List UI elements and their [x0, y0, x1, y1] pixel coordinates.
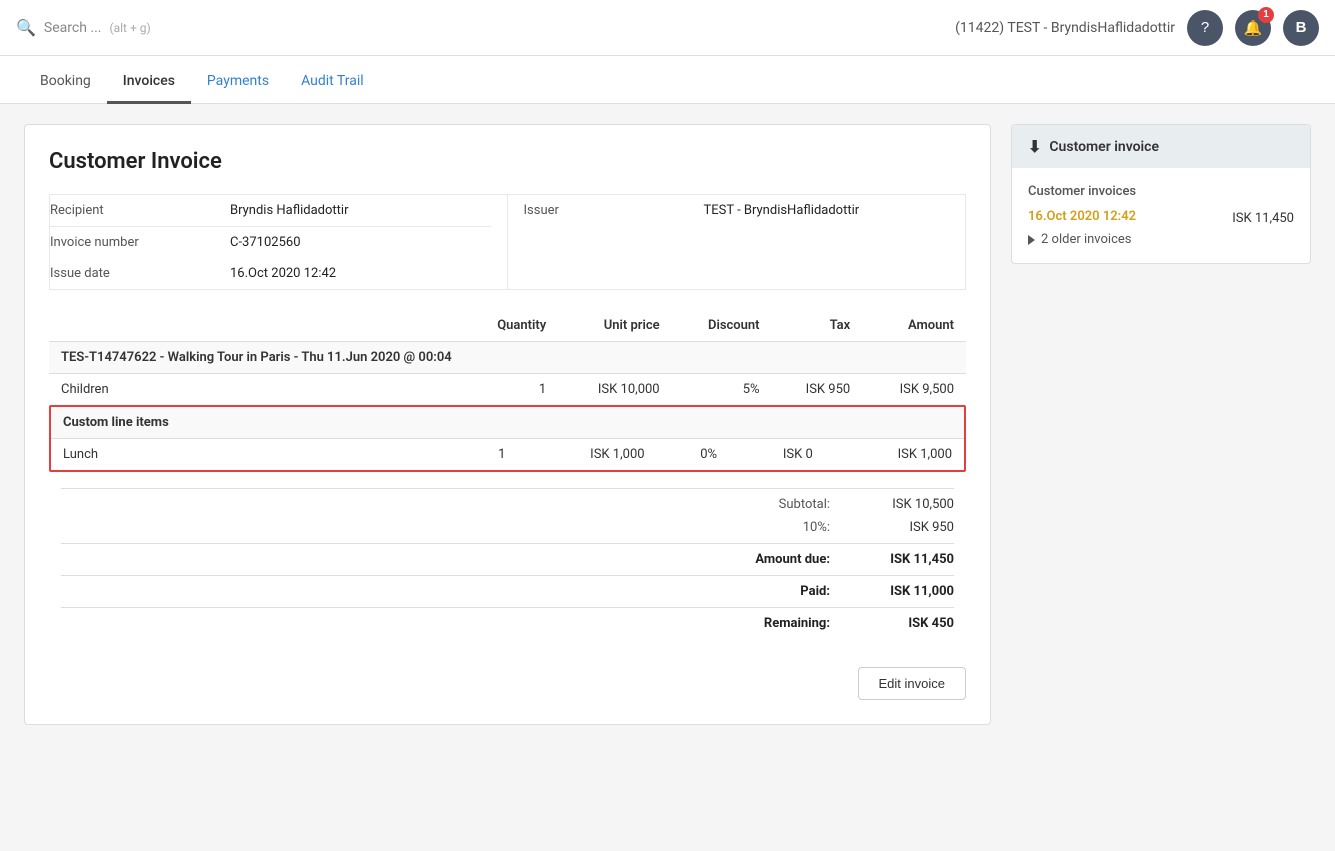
remaining-row: Remaining: ISK 450	[49, 612, 966, 635]
line-item-children: Children 1 ISK 10,000 5% ISK 950 ISK 9,5…	[49, 374, 966, 406]
custom-line-items-section: Custom line items Lunch 1 ISK 1,000 0% I…	[49, 405, 966, 472]
tour-row: TES-T14747622 - Walking Tour in Paris - …	[49, 342, 966, 374]
issuer-label: Issuer	[524, 203, 704, 218]
custom-item-amount: ISK 1,000	[825, 439, 964, 471]
totals-divider-3	[61, 575, 954, 576]
item-qty-children: 1	[462, 374, 559, 406]
custom-section-label: Custom line items	[51, 407, 964, 439]
active-invoice-row: 16.Oct 2020 12:42 ISK 11,450	[1028, 209, 1294, 228]
invoice-number-label: Invoice number	[50, 235, 230, 250]
subtotal-value: ISK 10,500	[854, 497, 954, 512]
col-amount: Amount	[862, 310, 966, 342]
top-bar: 🔍 Search ... (alt + g) (11422) TEST - Br…	[0, 0, 1335, 56]
issuer-row: Issuer TEST - BryndisHaflidadottir	[524, 195, 966, 226]
custom-section-header: Custom line items	[51, 407, 964, 439]
invoice-number-row: Invoice number C-37102560	[50, 227, 491, 258]
tab-payments[interactable]: Payments	[191, 61, 285, 104]
top-bar-right: (11422) TEST - BryndisHaflidadottir ? 🔔 …	[955, 10, 1319, 46]
invoice-card: Customer Invoice Recipient Bryndis Hafli…	[24, 124, 991, 725]
custom-item-tax: ISK 0	[729, 439, 825, 471]
item-amount-children: ISK 9,500	[862, 374, 966, 406]
item-discount-children: 5%	[672, 374, 772, 406]
subtotal-label: Subtotal:	[674, 497, 854, 512]
page-content: Customer Invoice Recipient Bryndis Hafli…	[0, 104, 1335, 745]
search-area[interactable]: 🔍 Search ... (alt + g)	[16, 18, 955, 37]
sidebar-header-label: Customer invoice	[1049, 139, 1159, 155]
remaining-value: ISK 450	[854, 616, 954, 631]
active-invoice-amount: ISK 11,450	[1232, 211, 1294, 226]
tax-label: 10%:	[674, 520, 854, 535]
subtotal-row: Subtotal: ISK 10,500	[49, 493, 966, 516]
table-header-row: Quantity Unit price Discount Tax Amount	[49, 310, 966, 342]
notification-badge: 1	[1258, 7, 1274, 23]
totals-section: Subtotal: ISK 10,500 10%: ISK 950 Amount…	[49, 488, 966, 700]
edit-invoice-wrapper: Edit invoice	[49, 651, 966, 700]
older-invoices-label: 2 older invoices	[1041, 232, 1132, 247]
invoice-title: Customer Invoice	[49, 149, 966, 174]
issue-date-row: Issue date 16.Oct 2020 12:42	[50, 258, 491, 289]
issue-date-value: 16.Oct 2020 12:42	[230, 266, 491, 281]
col-tax: Tax	[772, 310, 863, 342]
col-discount: Discount	[672, 310, 772, 342]
col-unit-price: Unit price	[558, 310, 671, 342]
sidebar-section-label: Customer invoices	[1028, 184, 1294, 199]
issue-date-label: Issue date	[50, 266, 230, 281]
col-item	[49, 310, 462, 342]
custom-item-discount: 0%	[657, 439, 729, 471]
totals-divider-1	[61, 488, 954, 489]
sidebar-body: Customer invoices 16.Oct 2020 12:42 ISK …	[1012, 168, 1310, 263]
sidebar-card: ⬇ Customer invoice Customer invoices 16.…	[1011, 124, 1311, 264]
item-tax-children: ISK 950	[772, 374, 863, 406]
amount-due-row: Amount due: ISK 11,450	[49, 548, 966, 571]
recipient-label: Recipient	[50, 203, 230, 218]
paid-row: Paid: ISK 11,000	[49, 580, 966, 603]
totals-divider-4	[61, 607, 954, 608]
custom-item-price: ISK 1,000	[517, 439, 656, 471]
col-quantity: Quantity	[462, 310, 559, 342]
custom-items-table: Custom line items Lunch 1 ISK 1,000 0% I…	[51, 407, 964, 470]
amount-due-label: Amount due:	[674, 552, 854, 567]
notifications-button[interactable]: 🔔 1	[1235, 10, 1271, 46]
item-name-children: Children	[49, 374, 462, 406]
tabs-bar: Booking Invoices Payments Audit Trail	[0, 56, 1335, 104]
recipient-row: Recipient Bryndis Haflidadottir	[50, 195, 491, 227]
tour-row-label: TES-T14747622 - Walking Tour in Paris - …	[49, 342, 966, 374]
tenant-label: (11422) TEST - BryndisHaflidadottir	[955, 20, 1175, 36]
user-menu-button[interactable]: B	[1283, 10, 1319, 46]
search-shortcut: (alt + g)	[109, 21, 150, 35]
issuer-value: TEST - BryndisHaflidadottir	[704, 203, 966, 218]
custom-item-lunch: Lunch 1 ISK 1,000 0% ISK 0 ISK 1,000	[51, 439, 964, 471]
bell-icon: 🔔	[1244, 19, 1263, 37]
search-placeholder: Search ...	[44, 20, 102, 36]
tab-invoices[interactable]: Invoices	[107, 61, 191, 104]
amount-due-value: ISK 11,450	[854, 552, 954, 567]
remaining-label: Remaining:	[674, 616, 854, 631]
paid-label: Paid:	[674, 584, 854, 599]
download-icon: ⬇	[1028, 137, 1041, 156]
older-invoices-toggle[interactable]: 2 older invoices	[1028, 232, 1294, 247]
sidebar: ⬇ Customer invoice Customer invoices 16.…	[1011, 124, 1311, 725]
triangle-icon	[1028, 235, 1035, 245]
search-icon: 🔍	[16, 18, 36, 37]
tab-audit-trail[interactable]: Audit Trail	[285, 61, 380, 104]
active-invoice-link[interactable]: 16.Oct 2020 12:42	[1028, 209, 1136, 224]
invoice-info-grid: Recipient Bryndis Haflidadottir Invoice …	[49, 194, 966, 290]
item-price-children: ISK 10,000	[558, 374, 671, 406]
custom-item-qty: 1	[462, 439, 518, 471]
paid-value: ISK 11,000	[854, 584, 954, 599]
sidebar-header: ⬇ Customer invoice	[1012, 125, 1310, 168]
totals-divider-2	[61, 543, 954, 544]
invoice-number-value: C-37102560	[230, 235, 491, 250]
recipient-value: Bryndis Haflidadottir	[230, 203, 491, 218]
custom-item-name: Lunch	[51, 439, 462, 471]
tax-row: 10%: ISK 950	[49, 516, 966, 539]
tab-booking[interactable]: Booking	[24, 61, 107, 104]
invoice-info-left: Recipient Bryndis Haflidadottir Invoice …	[50, 195, 508, 289]
edit-invoice-button[interactable]: Edit invoice	[858, 667, 966, 700]
help-button[interactable]: ?	[1187, 10, 1223, 46]
line-items-table: Quantity Unit price Discount Tax Amount …	[49, 310, 966, 405]
invoice-info-right: Issuer TEST - BryndisHaflidadottir	[508, 195, 966, 289]
tax-value: ISK 950	[854, 520, 954, 535]
